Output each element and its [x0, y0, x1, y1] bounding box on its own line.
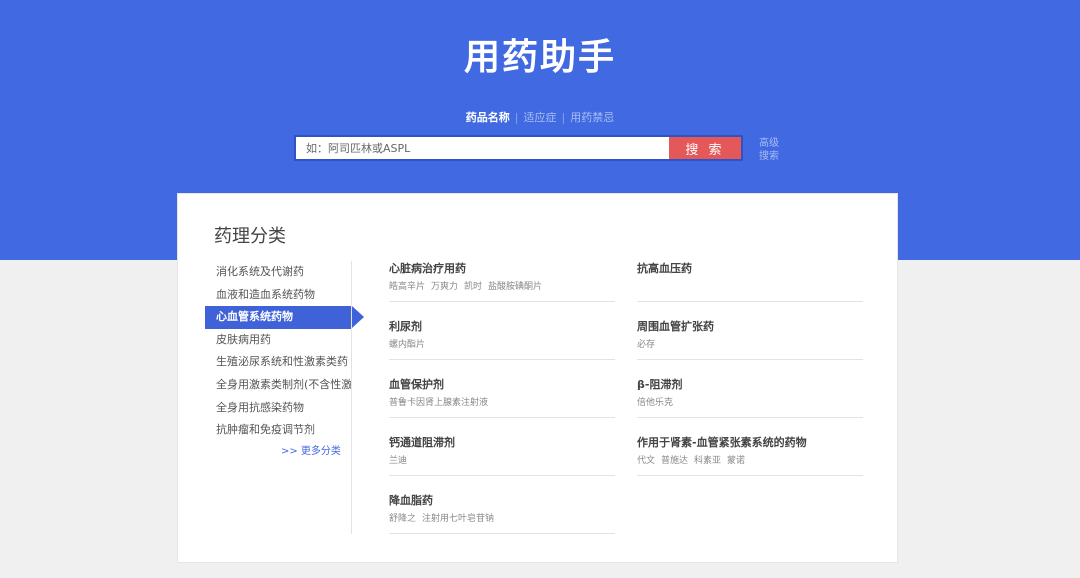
nav-item-dermatology[interactable]: 皮肤病用药	[205, 329, 352, 352]
nav-divider	[351, 261, 352, 534]
drug-list: 螺内酯片	[389, 339, 615, 351]
drug-list: 必存	[637, 339, 863, 351]
category-nav: 消化系统及代谢药 血液和造血系统药物 心血管系统药物 皮肤病用药 生殖泌尿系统和…	[205, 261, 364, 442]
nav-item-hormones[interactable]: 全身用激素类制剂(不含性激	[205, 374, 352, 397]
category-item: 降血脂药 舒降之 注射用七叶皂苷钠	[389, 493, 615, 534]
drug-link[interactable]: 螺内酯片	[389, 340, 425, 350]
app-title: 用药助手	[463, 37, 616, 78]
drug-list: 代文 普施达 科素亚 蒙诺	[637, 455, 863, 467]
drug-list: 舒降之 注射用七叶皂苷钠	[389, 513, 615, 525]
drug-link[interactable]: 倍他乐克	[637, 398, 673, 408]
tab-contraindication[interactable]: 用药禁忌	[570, 110, 614, 126]
category-item: 血管保护剂 普鲁卡因肾上腺素注射液	[389, 377, 615, 418]
nav-item-anti-infective[interactable]: 全身用抗感染药物	[205, 397, 352, 420]
search-type-tabs: 药品名称 | 适应症 | 用药禁忌	[0, 110, 1080, 126]
category-title[interactable]: 降血脂药	[389, 493, 615, 509]
drug-list: 普鲁卡因肾上腺素注射液	[389, 397, 615, 409]
category-title[interactable]: β-阻滞剂	[637, 377, 863, 393]
category-title[interactable]: 作用于肾素-血管紧张素系统的药物	[637, 435, 863, 451]
drug-link[interactable]: 必存	[637, 340, 655, 350]
drug-link[interactable]: 凯时	[464, 282, 482, 292]
category-title[interactable]: 周围血管扩张药	[637, 319, 863, 335]
classification-panel: 药理分类 消化系统及代谢药 血液和造血系统药物 心血管系统药物 皮肤病用药 生殖…	[177, 193, 898, 563]
category-item: 作用于肾素-血管紧张素系统的药物 代文 普施达 科素亚 蒙诺	[637, 435, 863, 476]
category-title[interactable]: 心脏病治疗用药	[389, 261, 615, 277]
drug-link[interactable]: 普施达	[661, 456, 688, 466]
nav-item-urogenital[interactable]: 生殖泌尿系统和性激素类药	[205, 351, 352, 374]
tab-drug-name[interactable]: 药品名称	[466, 110, 510, 126]
nav-item-antineoplastic[interactable]: 抗肿瘤和免疫调节剂	[205, 419, 352, 442]
drug-link[interactable]: 普鲁卡因肾上腺素注射液	[389, 398, 488, 408]
drug-link[interactable]: 蒙诺	[727, 456, 745, 466]
category-item: 周围血管扩张药 必存	[637, 319, 863, 360]
drug-list: 倍他乐克	[637, 397, 863, 409]
category-title[interactable]: 利尿剂	[389, 319, 615, 335]
panel-title: 药理分类	[214, 226, 286, 247]
nav-item-digestive[interactable]: 消化系统及代谢药	[205, 261, 352, 284]
drug-link[interactable]: 代文	[637, 456, 655, 466]
drug-link[interactable]: 兰迪	[389, 456, 407, 466]
category-item: 利尿剂 螺内酯片	[389, 319, 615, 360]
drug-link[interactable]: 万爽力	[431, 282, 458, 292]
nav-item-blood[interactable]: 血液和造血系统药物	[205, 284, 352, 307]
category-item: 抗高血压药	[637, 261, 863, 302]
nav-item-cardiovascular[interactable]: 心血管系统药物	[205, 306, 364, 329]
active-arrow-icon	[352, 306, 364, 329]
drug-link[interactable]: 盐酸胺碘酮片	[488, 282, 542, 292]
drug-link[interactable]: 注射用七叶皂苷钠	[422, 514, 494, 524]
drug-list: 兰迪	[389, 455, 615, 467]
search-input[interactable]	[296, 137, 669, 159]
tab-indication[interactable]: 适应症	[524, 110, 557, 126]
drug-link[interactable]: 舒降之	[389, 514, 416, 524]
search-box: 搜 索	[294, 135, 743, 161]
category-title[interactable]: 钙通道阻滞剂	[389, 435, 615, 451]
more-categories-link[interactable]: >> 更多分类	[281, 442, 341, 457]
category-title[interactable]: 抗高血压药	[637, 261, 863, 277]
tab-separator: |	[514, 111, 519, 124]
drug-list: 皓高辛片 万爽力 凯时 盐酸胺碘酮片	[389, 281, 615, 293]
category-item: 钙通道阻滞剂 兰迪	[389, 435, 615, 476]
drug-link[interactable]: 皓高辛片	[389, 282, 425, 292]
advanced-search-link[interactable]: 高级搜索	[759, 137, 787, 163]
search-button[interactable]: 搜 索	[669, 137, 741, 159]
drug-link[interactable]: 科素亚	[694, 456, 721, 466]
category-item: 心脏病治疗用药 皓高辛片 万爽力 凯时 盐酸胺碘酮片	[389, 261, 615, 302]
category-item: β-阻滞剂 倍他乐克	[637, 377, 863, 418]
category-title[interactable]: 血管保护剂	[389, 377, 615, 393]
nav-item-label: 心血管系统药物	[216, 310, 293, 324]
tab-separator: |	[561, 111, 566, 124]
